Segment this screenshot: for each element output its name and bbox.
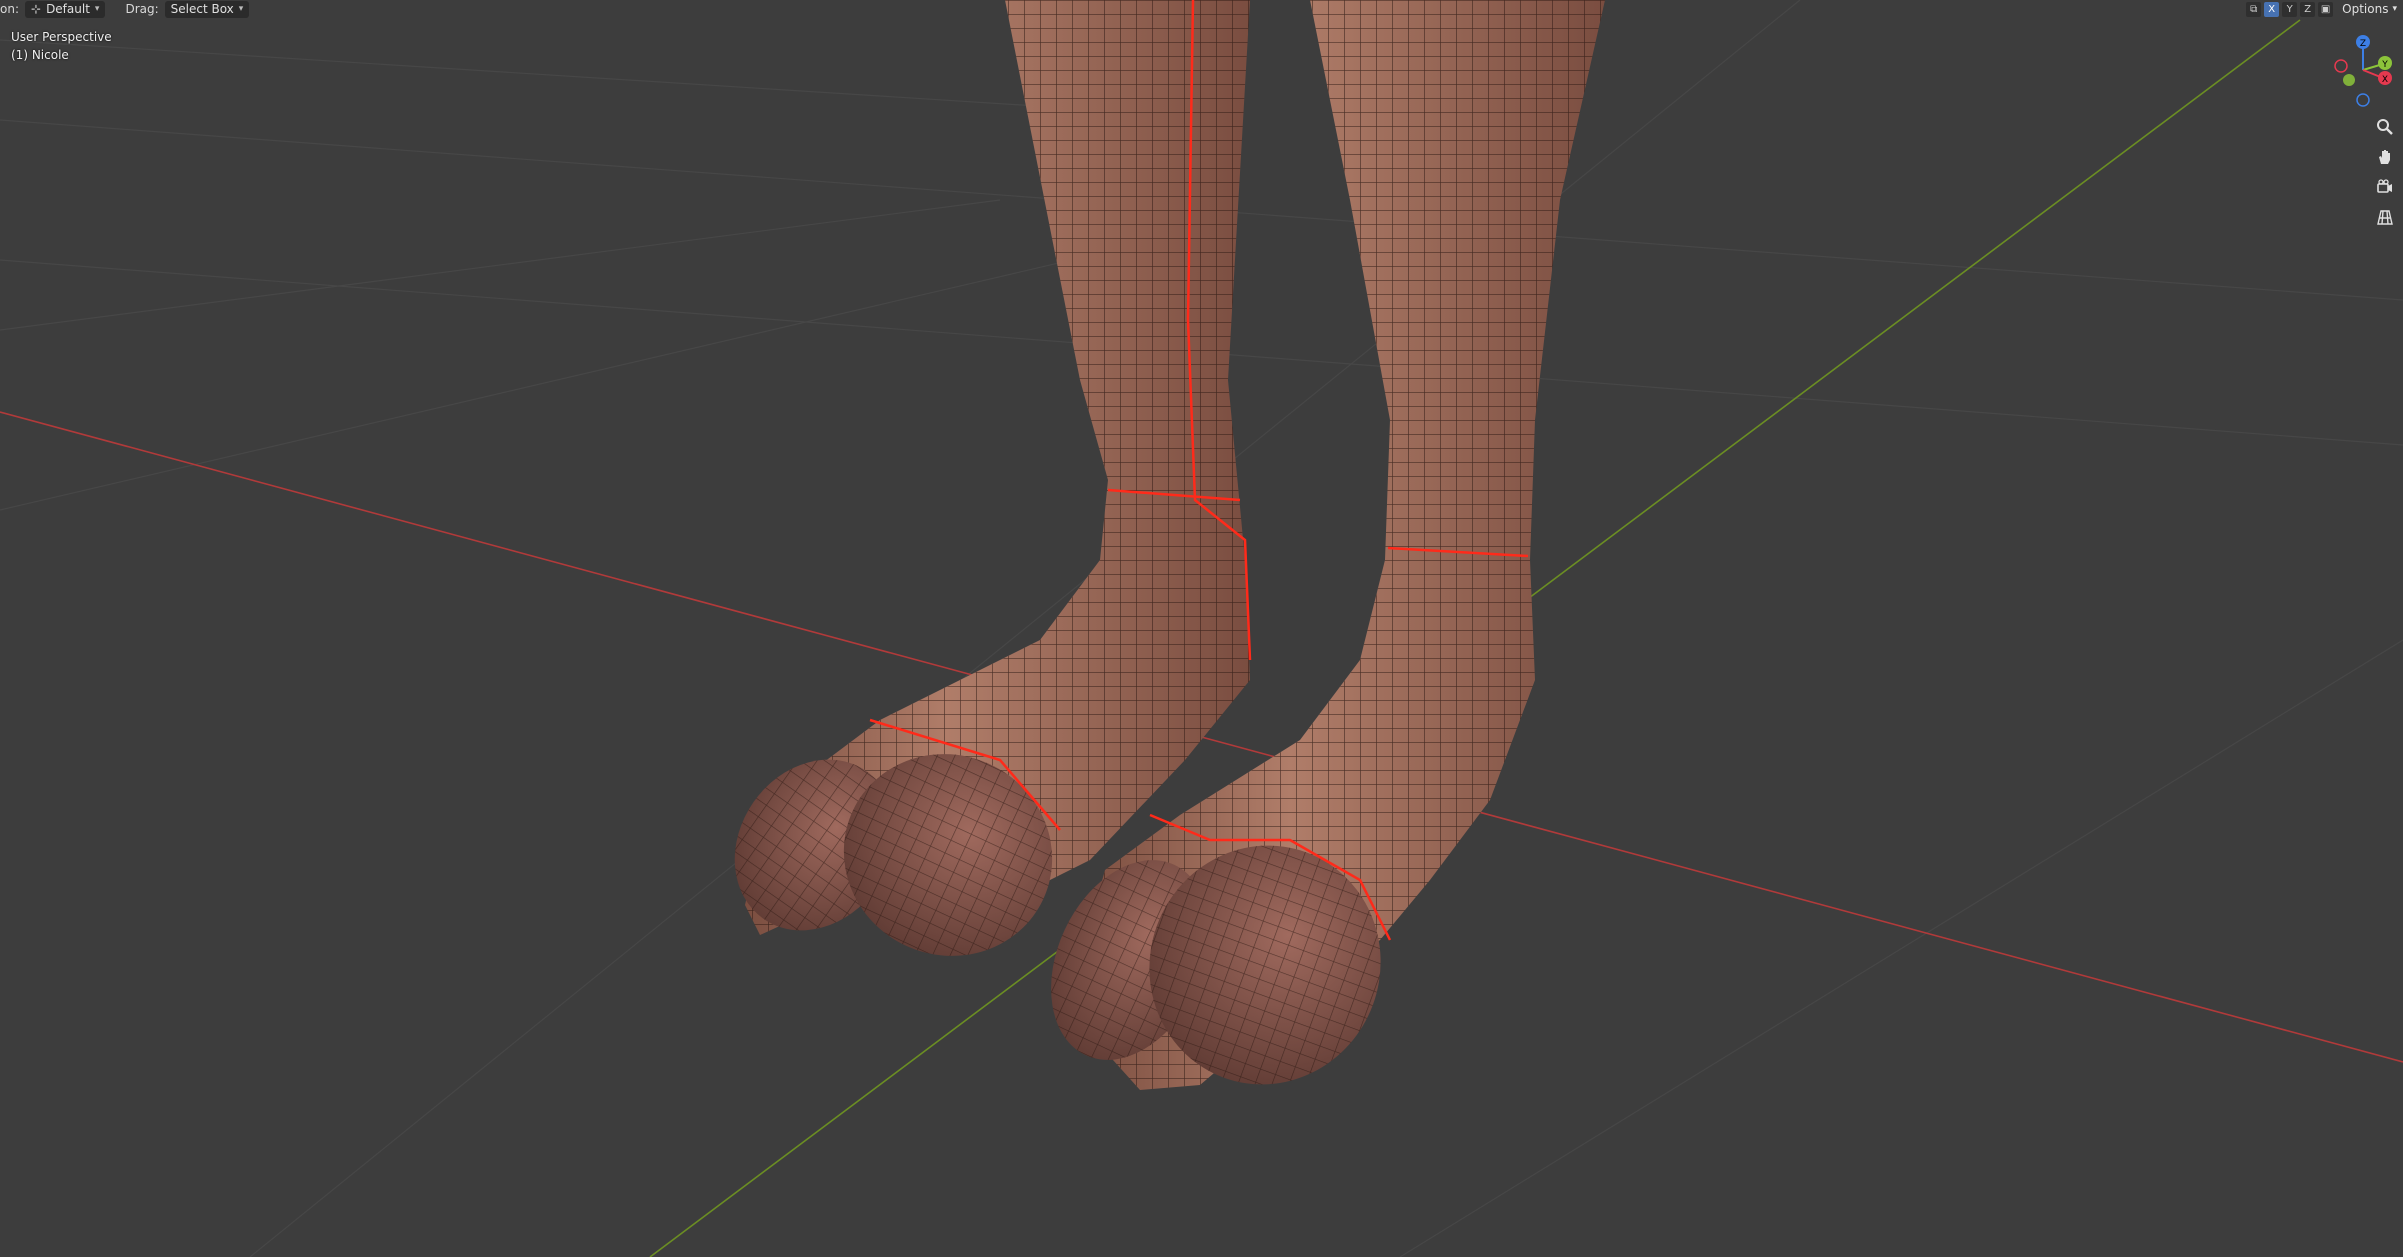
tool-header-right: ⧉ X Y Z ▣ Options ▾: [2246, 0, 2403, 18]
gizmo-y-label: Y: [2381, 60, 2388, 70]
transform-orientation-icon: ⊹: [31, 2, 42, 16]
drag-value: Select Box: [170, 2, 234, 16]
grid-ortho-icon[interactable]: [2373, 205, 2397, 229]
active-object-label: (1) Nicole: [11, 48, 69, 62]
drag-label: Drag:: [125, 2, 159, 16]
gizmo-neg-y: [2343, 74, 2355, 86]
gizmo-x-label: X: [2382, 75, 2388, 85]
zoom-icon[interactable]: [2373, 115, 2397, 139]
perspective-label: User Perspective: [11, 30, 112, 44]
overlay-icon[interactable]: ▣: [2318, 1, 2334, 17]
chevron-down-icon: ▾: [94, 4, 100, 14]
chevron-down-icon: ▾: [2392, 4, 2397, 14]
gizmo-neg-x: [2334, 59, 2348, 73]
orientation-dropdown[interactable]: ⊹ Default ▾: [25, 0, 106, 18]
tool-header-left: on: ⊹ Default ▾ Drag: Select Box ▾: [0, 0, 250, 18]
orientation-value: Default: [46, 2, 90, 16]
navigation-gizmo[interactable]: Z Y X: [2323, 30, 2403, 110]
gizmo-z-label: Z: [2360, 39, 2366, 49]
options-label: Options: [2342, 2, 2389, 16]
gizmo-neg-z: [2356, 93, 2370, 107]
mirror-z-toggle[interactable]: Z: [2300, 1, 2316, 17]
camera-icon[interactable]: [2373, 175, 2397, 199]
orientation-label: on:: [0, 2, 19, 16]
3d-viewport[interactable]: [0, 0, 2403, 1257]
chevron-down-icon: ▾: [238, 4, 244, 14]
drag-dropdown[interactable]: Select Box ▾: [164, 0, 250, 18]
pan-hand-icon[interactable]: [2373, 145, 2397, 169]
options-dropdown[interactable]: Options ▾: [2336, 1, 2403, 18]
mirror-icon[interactable]: ⧉: [2246, 1, 2262, 17]
mirror-y-toggle[interactable]: Y: [2282, 1, 2298, 17]
mirror-x-toggle[interactable]: X: [2264, 1, 2280, 17]
